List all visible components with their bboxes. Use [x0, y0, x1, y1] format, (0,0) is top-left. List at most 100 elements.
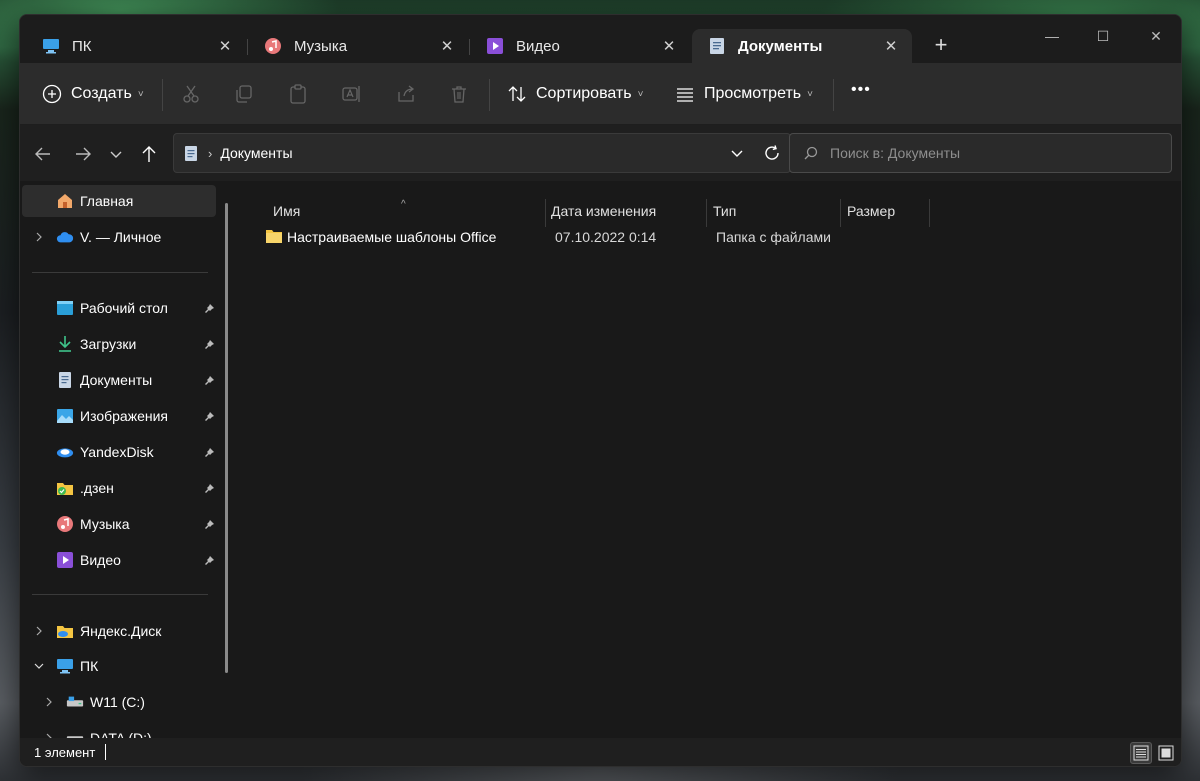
sidebar-item-yandex-disk[interactable]: Яндекс.Диск: [22, 615, 216, 647]
sidebar-item-documents[interactable]: Документы: [22, 364, 216, 396]
pin-icon[interactable]: [202, 517, 216, 531]
column-header-name[interactable]: Имя: [273, 203, 300, 219]
sidebar-item-label: Яндекс.Диск: [80, 623, 162, 639]
toolbar-divider: [833, 79, 834, 111]
rename-icon[interactable]: [340, 83, 362, 105]
close-icon[interactable]: ✕: [660, 37, 678, 55]
chevron-right-icon[interactable]: [32, 230, 46, 244]
breadcrumb[interactable]: Документы: [220, 145, 292, 161]
create-label: Создать: [71, 85, 132, 102]
tab-video[interactable]: Видео ✕: [470, 29, 690, 63]
sidebar-scrollbar[interactable]: [225, 203, 228, 673]
back-arrow-icon[interactable]: [32, 143, 54, 165]
file-list: Имя ^ Дата изменения Тип Размер Настраив…: [239, 181, 1181, 738]
pin-icon[interactable]: [202, 409, 216, 423]
column-header-size[interactable]: Размер: [847, 203, 895, 219]
tiles-view-button[interactable]: [1155, 742, 1177, 764]
pin-icon[interactable]: [202, 553, 216, 567]
chevron-down-icon: ˅: [807, 88, 813, 100]
status-divider: [105, 744, 106, 760]
maximize-icon[interactable]: ☐: [1092, 27, 1114, 45]
item-count: 1 элемент: [34, 745, 96, 760]
column-header-date[interactable]: Дата изменения: [551, 203, 656, 219]
tab-pc[interactable]: ПК ✕: [26, 29, 246, 63]
create-button[interactable]: Создать ˅: [41, 83, 144, 105]
sidebar-item-label: Документы: [80, 372, 153, 388]
address-row: › Документы: [20, 125, 1181, 181]
sidebar-item-downloads[interactable]: Загрузки: [22, 328, 216, 360]
sidebar-item-label: V. — Личное: [80, 229, 162, 245]
file-date: 07.10.2022 0:14: [555, 229, 657, 245]
pin-icon[interactable]: [202, 481, 216, 495]
toolbar-divider: [162, 79, 163, 111]
minimize-icon[interactable]: —: [1041, 27, 1063, 45]
search-input[interactable]: [830, 145, 1150, 161]
sidebar-divider: [32, 594, 208, 595]
sidebar-item-label: Видео: [80, 552, 121, 568]
recent-locations-chevron-icon[interactable]: [105, 143, 127, 165]
sidebar-item-video[interactable]: Видео: [22, 544, 216, 576]
cut-icon[interactable]: [180, 83, 202, 105]
column-header-type[interactable]: Тип: [713, 203, 736, 219]
folder-icon: [265, 228, 283, 247]
address-bar[interactable]: › Документы: [173, 133, 791, 173]
file-type: Папка с файлами: [716, 229, 831, 245]
sidebar-item-pc[interactable]: ПК: [22, 650, 216, 682]
monitor-icon: [42, 37, 60, 55]
tab-documents[interactable]: Документы ✕: [692, 29, 912, 63]
chevron-right-icon[interactable]: [32, 624, 46, 638]
sidebar-item-dzen[interactable]: .дзен: [22, 472, 216, 504]
sidebar-item-desktop[interactable]: Рабочий стол: [22, 292, 216, 324]
pin-icon[interactable]: [202, 337, 216, 351]
sidebar-item-label: Загрузки: [80, 336, 137, 352]
plus-circle-icon: [41, 83, 63, 105]
sort-button[interactable]: Сортировать ˅: [506, 83, 643, 105]
pin-icon[interactable]: [202, 373, 216, 387]
sidebar-item-yandexdisk[interactable]: YandexDisk: [22, 436, 216, 468]
sidebar-item-onedrive[interactable]: V. — Личное: [22, 221, 216, 253]
sidebar-item-music[interactable]: Музыка: [22, 508, 216, 540]
tab-label: ПК: [72, 37, 92, 55]
tab-music[interactable]: Музыка ✕: [248, 29, 468, 63]
video-icon: [56, 551, 74, 569]
view-button[interactable]: Просмотреть ˅: [674, 83, 813, 105]
sidebar-item-drive-d[interactable]: DATA (D:): [22, 722, 216, 738]
close-icon[interactable]: ✕: [882, 37, 900, 55]
delete-icon[interactable]: [448, 83, 470, 105]
chevron-right-icon[interactable]: [42, 695, 56, 709]
pin-icon[interactable]: [202, 301, 216, 315]
chevron-down-icon[interactable]: [728, 144, 746, 162]
sidebar-item-home[interactable]: Главная: [22, 185, 216, 217]
copy-icon[interactable]: [233, 83, 255, 105]
music-icon: [56, 515, 74, 533]
close-window-icon[interactable]: ✕: [1145, 27, 1167, 45]
close-icon[interactable]: ✕: [216, 37, 234, 55]
sidebar-item-label: Изображения: [80, 408, 168, 424]
onedrive-cloud-icon: [56, 228, 74, 246]
new-tab-button[interactable]: +: [930, 34, 952, 57]
share-icon[interactable]: [395, 83, 417, 105]
close-icon[interactable]: ✕: [438, 37, 456, 55]
tab-label: Документы: [738, 37, 823, 55]
document-icon: [56, 371, 74, 389]
home-icon: [56, 192, 74, 210]
chevron-right-icon[interactable]: [42, 731, 56, 738]
table-row[interactable]: Настраиваемые шаблоны Office 07.10.2022 …: [255, 223, 1155, 253]
refresh-icon[interactable]: [762, 143, 782, 163]
sort-label: Сортировать: [536, 85, 632, 102]
sidebar-item-drive-c[interactable]: W11 (C:): [22, 686, 216, 718]
breadcrumb-chevron-icon: ›: [208, 145, 213, 161]
forward-arrow-icon[interactable]: [72, 143, 94, 165]
up-arrow-icon[interactable]: [138, 143, 160, 165]
pictures-icon: [56, 407, 74, 425]
view-label: Просмотреть: [704, 85, 802, 102]
more-options-button[interactable]: •••: [851, 81, 871, 99]
paste-icon[interactable]: [287, 83, 309, 105]
sidebar-item-label: YandexDisk: [80, 444, 154, 460]
sidebar-item-pictures[interactable]: Изображения: [22, 400, 216, 432]
pin-icon[interactable]: [202, 445, 216, 459]
sort-arrows-icon: [506, 83, 528, 105]
chevron-down-icon[interactable]: [32, 659, 46, 673]
details-view-button[interactable]: [1130, 742, 1152, 764]
list-view-icon: [674, 83, 696, 105]
